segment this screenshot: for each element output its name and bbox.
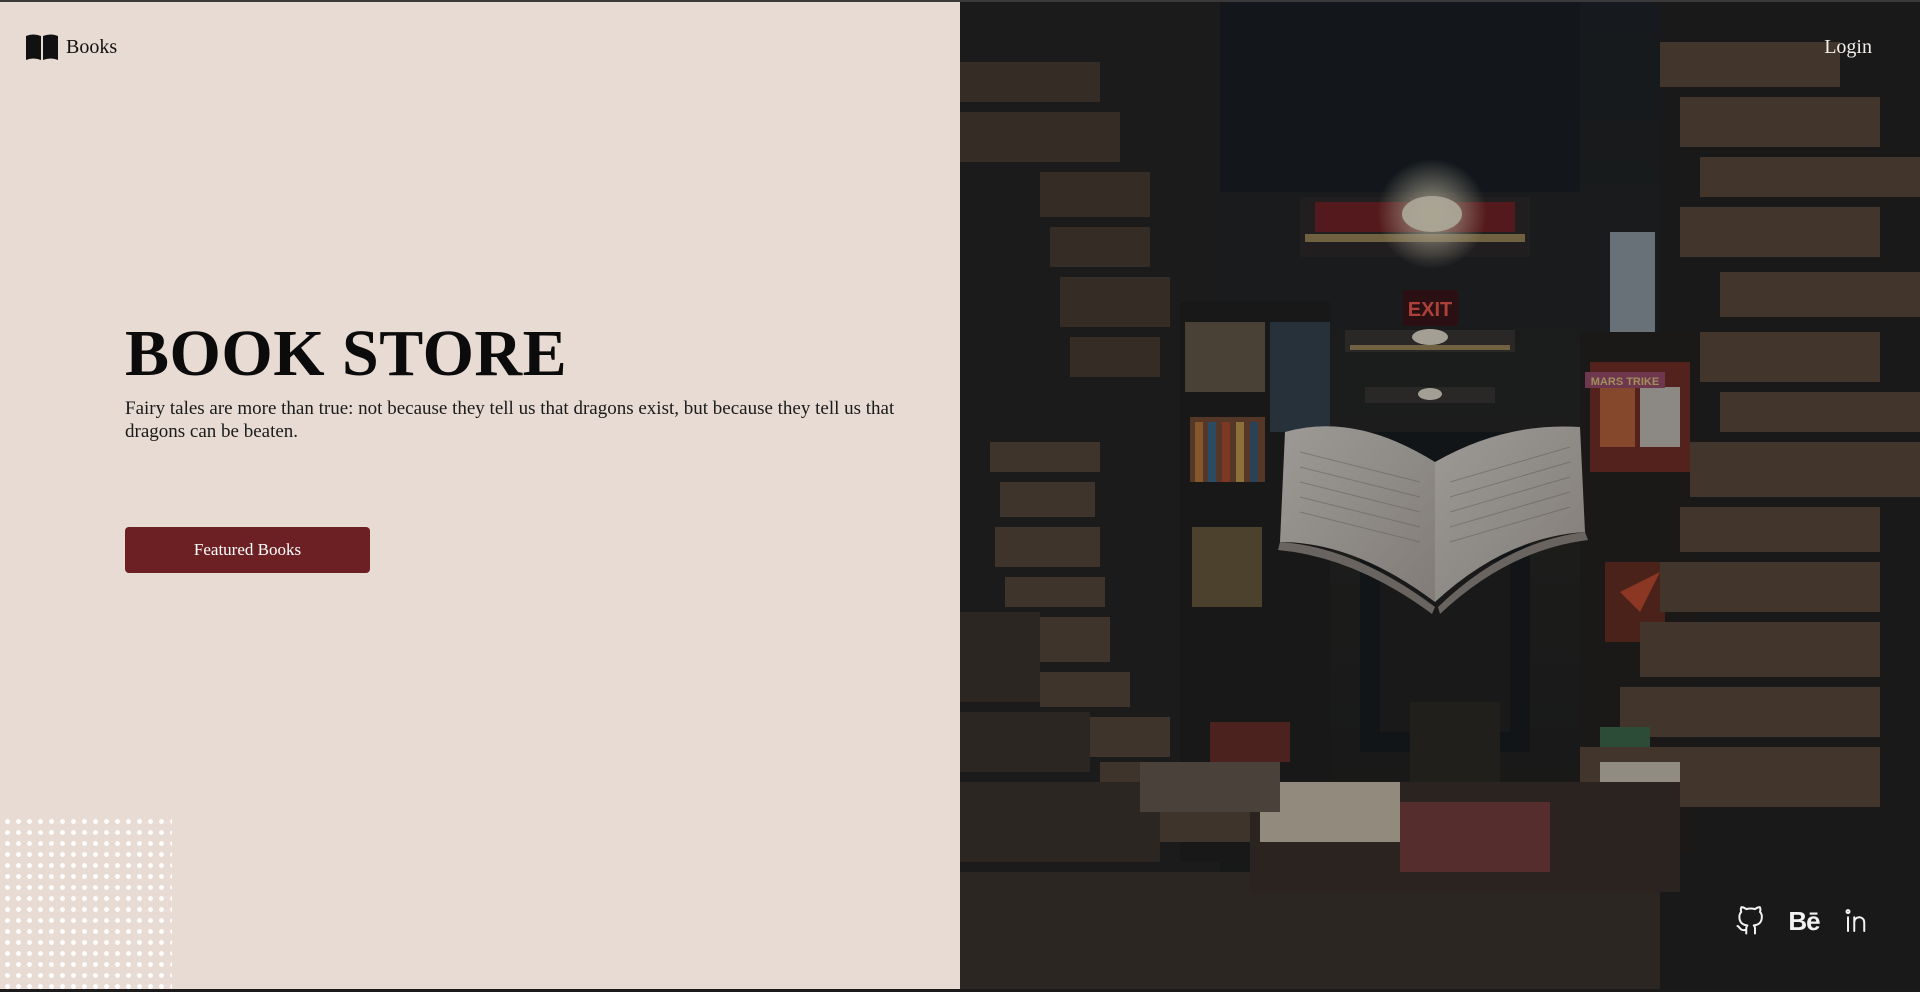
- featured-books-button[interactable]: Featured Books: [125, 527, 370, 573]
- page: Books BOOK STORE Fairy tales are more th…: [0, 0, 1920, 992]
- github-icon[interactable]: [1734, 905, 1766, 937]
- dot-pattern-decoration: [0, 814, 172, 989]
- right-panel: EXIT MARS TRIKE Login Bē: [960, 2, 1920, 989]
- left-panel: Books BOOK STORE Fairy tales are more th…: [0, 2, 960, 989]
- brand-logo[interactable]: Books: [24, 32, 117, 62]
- hero-tagline: Fairy tales are more than true: not beca…: [125, 398, 895, 442]
- behance-icon[interactable]: Bē: [1788, 905, 1820, 937]
- login-link[interactable]: Login: [1824, 36, 1872, 59]
- brand-name: Books: [66, 35, 118, 58]
- bookstore-hero-image: EXIT MARS TRIKE: [960, 2, 1920, 989]
- social-links: Bē: [1734, 905, 1874, 937]
- behance-label: Bē: [1788, 906, 1820, 936]
- linkedin-icon[interactable]: [1842, 905, 1874, 937]
- hero-title: BOOK STORE: [125, 317, 568, 390]
- hero-section: BOOK STORE Fairy tales are more than tru…: [125, 315, 895, 443]
- open-book-icon: [24, 32, 60, 62]
